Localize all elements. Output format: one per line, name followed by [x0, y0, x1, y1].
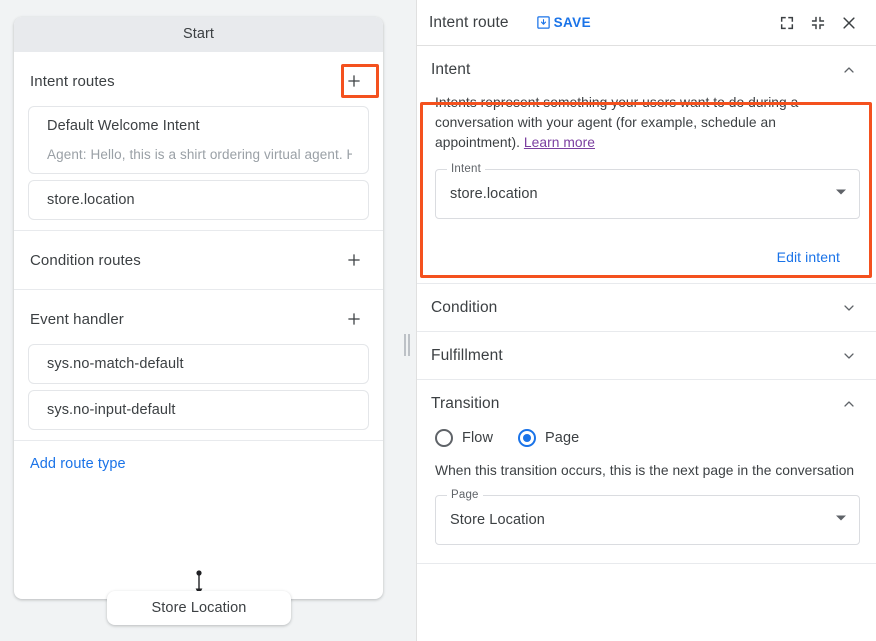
intent-routes-label: Intent routes — [30, 73, 115, 90]
plus-icon — [345, 251, 363, 269]
intent-select-value: store.location — [450, 186, 538, 202]
panel-splitter[interactable] — [398, 0, 416, 641]
add-route-type-row: Add route type — [14, 441, 383, 489]
section-intent-title: Intent — [431, 61, 470, 79]
section-condition-header[interactable]: Condition — [417, 284, 876, 331]
route-group-event-handler: Event handler sys.no-match-default sys.n… — [14, 290, 383, 441]
panel-header: Intent route SAVE — [417, 0, 876, 46]
radio-option-flow[interactable]: Flow — [435, 429, 493, 447]
intent-route-item[interactable]: store.location — [28, 180, 369, 220]
chevron-up-icon[interactable] — [840, 61, 858, 79]
close-panel-button[interactable] — [836, 10, 862, 36]
section-fulfillment-title: Fulfillment — [431, 347, 503, 365]
plus-icon — [345, 72, 363, 90]
radio-flow-label: Flow — [462, 430, 493, 446]
save-icon — [536, 15, 551, 30]
radio-flow-icon — [435, 429, 453, 447]
add-event-handler-button[interactable] — [341, 306, 367, 332]
section-intent-body: Intents represent something your users w… — [417, 93, 876, 237]
transition-description: When this transition occurs, this is the… — [435, 463, 860, 478]
route-item-title: sys.no-match-default — [47, 356, 352, 372]
app-root: Start Intent routes Default Welcome Inte… — [0, 0, 876, 641]
section-fulfillment: Fulfillment — [417, 332, 876, 380]
section-intent: Intent Intents represent something your … — [417, 46, 876, 284]
intent-route-details-panel: Intent route SAVE — [416, 0, 876, 641]
radio-option-page[interactable]: Page — [518, 429, 579, 447]
close-icon — [840, 14, 858, 32]
page-select[interactable]: Page Store Location — [435, 495, 860, 545]
intent-select-label: Intent — [447, 163, 485, 175]
edit-intent-row: Edit intent — [417, 237, 876, 283]
fullscreen-icon — [779, 15, 795, 31]
section-transition: Transition Flow Page — [417, 380, 876, 564]
intent-description-text: Intents represent something your users w… — [435, 95, 798, 150]
condition-routes-label: Condition routes — [30, 252, 141, 269]
start-node-title: Start — [14, 17, 383, 52]
add-route-type-link[interactable]: Add route type — [30, 456, 126, 472]
collapse-panel-button[interactable] — [805, 10, 831, 36]
store-location-node-label: Store Location — [152, 600, 247, 616]
save-button[interactable]: SAVE — [536, 15, 591, 30]
intent-routes-header: Intent routes — [14, 58, 383, 100]
save-button-label: SAVE — [554, 15, 591, 30]
chevron-down-icon[interactable] — [840, 299, 858, 317]
learn-more-link[interactable]: Learn more — [524, 135, 595, 150]
page-select-value: Store Location — [450, 512, 545, 528]
event-handler-item[interactable]: sys.no-input-default — [28, 390, 369, 430]
event-handler-header: Event handler — [14, 296, 383, 338]
condition-routes-header: Condition routes — [14, 237, 383, 279]
plus-icon — [345, 310, 363, 328]
intent-route-item[interactable]: Default Welcome Intent Agent: Hello, thi… — [28, 106, 369, 174]
section-transition-header[interactable]: Transition — [417, 380, 876, 427]
flow-graph-canvas[interactable]: Start Intent routes Default Welcome Inte… — [0, 0, 398, 641]
route-group-condition-routes: Condition routes — [14, 231, 383, 290]
chevron-up-icon[interactable] — [840, 395, 858, 413]
route-group-intent-routes: Intent routes Default Welcome Intent Age… — [14, 52, 383, 231]
store-location-page-node[interactable]: Store Location — [107, 591, 291, 625]
route-item-subtitle: Agent: Hello, this is a shirt ordering v… — [47, 147, 352, 162]
route-item-title: sys.no-input-default — [47, 402, 352, 418]
event-handler-item[interactable]: sys.no-match-default — [28, 344, 369, 384]
section-fulfillment-header[interactable]: Fulfillment — [417, 332, 876, 379]
panel-title: Intent route — [429, 14, 509, 32]
section-intent-header[interactable]: Intent — [417, 46, 876, 93]
splitter-drag-handle[interactable] — [404, 334, 411, 356]
route-item-title: store.location — [47, 192, 352, 208]
radio-page-label: Page — [545, 430, 579, 446]
radio-page-icon — [518, 429, 536, 447]
section-condition: Condition — [417, 284, 876, 332]
chevron-down-icon — [835, 511, 847, 529]
section-transition-body: Flow Page When this transition occurs, t… — [417, 429, 876, 563]
chevron-down-icon[interactable] — [840, 347, 858, 365]
section-transition-title: Transition — [431, 395, 499, 413]
section-condition-title: Condition — [431, 299, 497, 317]
chevron-down-icon — [835, 185, 847, 203]
collapse-icon — [810, 15, 826, 31]
add-condition-route-button[interactable] — [341, 247, 367, 273]
intent-description: Intents represent something your users w… — [435, 93, 860, 153]
route-item-title: Default Welcome Intent — [47, 118, 352, 134]
intent-select[interactable]: Intent store.location — [435, 169, 860, 219]
add-intent-route-button[interactable] — [341, 68, 367, 94]
page-select-label: Page — [447, 489, 483, 501]
edit-intent-link[interactable]: Edit intent — [777, 249, 858, 265]
expand-panel-button[interactable] — [774, 10, 800, 36]
transition-target-type-radio-group: Flow Page — [435, 429, 860, 447]
start-page-node[interactable]: Start Intent routes Default Welcome Inte… — [14, 17, 383, 599]
event-handler-label: Event handler — [30, 311, 124, 328]
